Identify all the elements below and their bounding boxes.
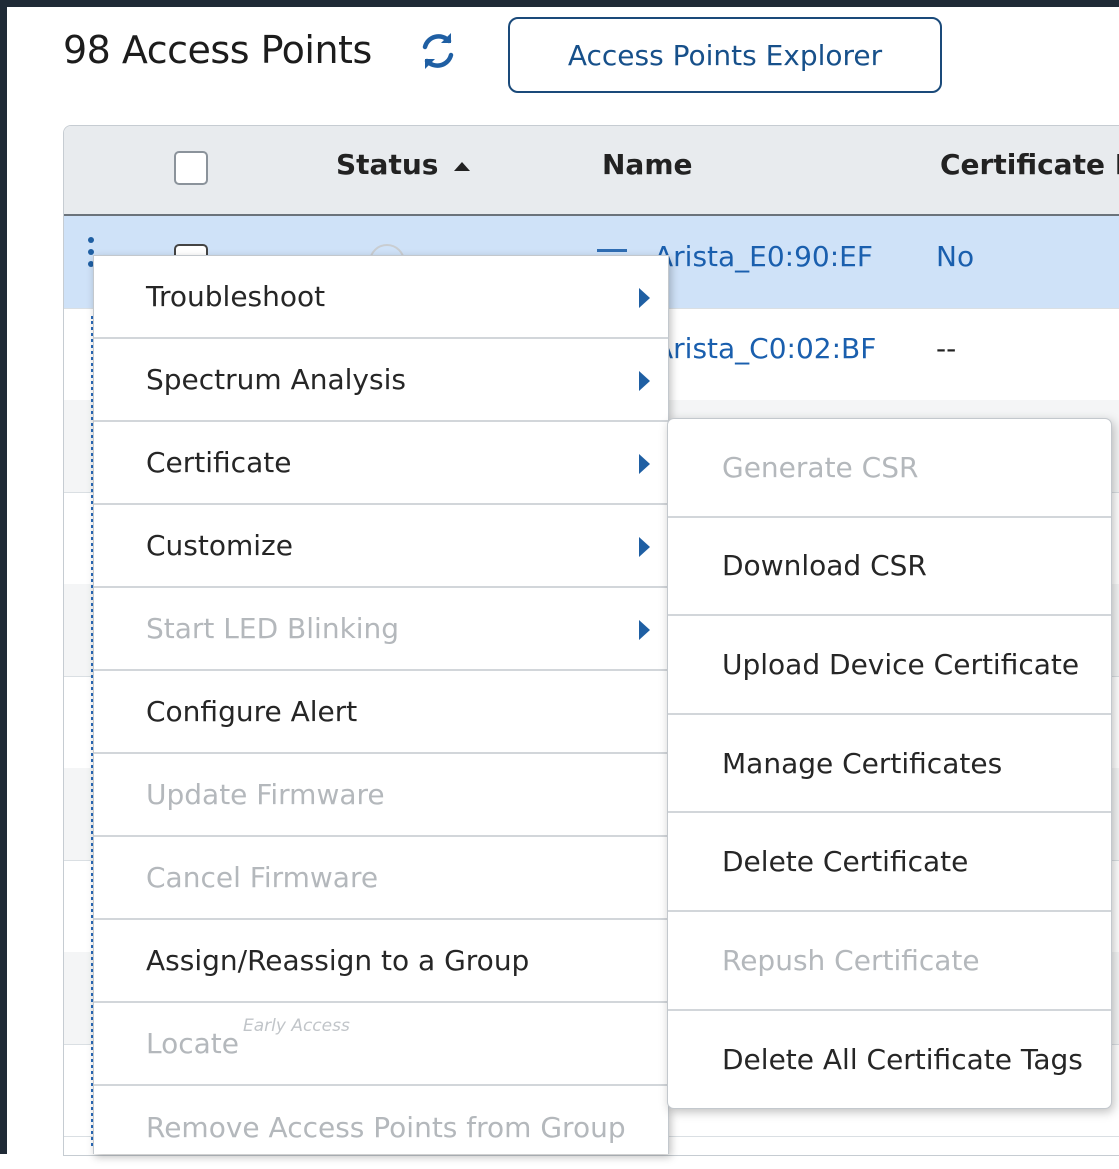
column-header-certificate[interactable]: Certificate I [940, 148, 1119, 181]
menu-item-label: Certificate [146, 446, 292, 479]
menu-item-label: Locate [146, 1027, 239, 1060]
submenu-item-repush-certificate[interactable]: Repush Certificate [668, 912, 1111, 1011]
early-access-badge: Early Access [243, 1015, 350, 1036]
submenu-arrow-icon [639, 288, 650, 308]
submenu-item-download-csr[interactable]: Download CSR [668, 518, 1111, 617]
page-title: 98 Access Points [63, 28, 372, 72]
submenu-item-delete-certificate[interactable]: Delete Certificate [668, 813, 1111, 912]
menu-item-cancel-firmware[interactable]: Cancel Firmware [94, 837, 668, 920]
window-frame-left [0, 0, 7, 1154]
menu-item-label: Assign/Reassign to a Group [146, 944, 530, 977]
submenu-item-delete-all-certificate-tags[interactable]: Delete All Certificate Tags [668, 1011, 1111, 1108]
menu-item-label: Update Firmware [146, 778, 385, 811]
submenu-arrow-icon [639, 620, 650, 640]
menu-item-label: Spectrum Analysis [146, 363, 406, 396]
menu-item-assign-reassign-group[interactable]: Assign/Reassign to a Group [94, 920, 668, 1003]
menu-item-label: Cancel Firmware [146, 861, 379, 894]
access-points-explorer-button[interactable]: Access Points Explorer [508, 17, 942, 93]
certificate-submenu: Generate CSR Download CSR Upload Device … [667, 418, 1112, 1109]
sort-ascending-icon[interactable] [454, 162, 470, 171]
column-header-status[interactable]: Status [336, 148, 438, 181]
menu-item-label: Troubleshoot [146, 280, 326, 313]
menu-item-configure-alert[interactable]: Configure Alert [94, 671, 668, 754]
submenu-item-generate-csr[interactable]: Generate CSR [668, 419, 1111, 518]
menu-item-start-led-blinking[interactable]: Start LED Blinking [94, 588, 668, 671]
window-frame-top [0, 0, 1119, 7]
refresh-icon[interactable] [415, 28, 461, 74]
row-context-menu: Troubleshoot Spectrum Analysis Certifica… [93, 255, 669, 1154]
submenu-arrow-icon [639, 537, 650, 557]
menu-item-label: Start LED Blinking [146, 612, 400, 645]
certificate-value[interactable]: No [936, 240, 974, 273]
ap-name-link[interactable]: Arista_E0:90:EF [654, 240, 873, 273]
menu-item-update-firmware[interactable]: Update Firmware [94, 754, 668, 837]
ap-name-link[interactable]: Arista_C0:02:BF [654, 332, 876, 365]
table-header: Status Name Certificate I [64, 126, 1119, 216]
menu-item-label: Remove Access Points from Group [146, 1111, 626, 1144]
select-all-checkbox[interactable] [174, 151, 208, 185]
menu-item-label: Customize [146, 529, 293, 562]
submenu-item-upload-device-certificate[interactable]: Upload Device Certificate [668, 616, 1111, 715]
menu-item-spectrum-analysis[interactable]: Spectrum Analysis [94, 339, 668, 422]
menu-item-customize[interactable]: Customize [94, 505, 668, 588]
menu-item-label: Configure Alert [146, 695, 358, 728]
menu-item-troubleshoot[interactable]: Troubleshoot [94, 256, 668, 339]
certificate-value: -- [936, 332, 957, 365]
menu-item-locate[interactable]: Locate Early Access [94, 1003, 668, 1086]
column-header-name[interactable]: Name [602, 148, 693, 181]
submenu-arrow-icon [639, 371, 650, 391]
submenu-item-manage-certificates[interactable]: Manage Certificates [668, 715, 1111, 814]
submenu-arrow-icon [639, 454, 650, 474]
menu-item-certificate[interactable]: Certificate [94, 422, 668, 505]
menu-item-remove-from-group[interactable]: Remove Access Points from Group [94, 1086, 668, 1169]
